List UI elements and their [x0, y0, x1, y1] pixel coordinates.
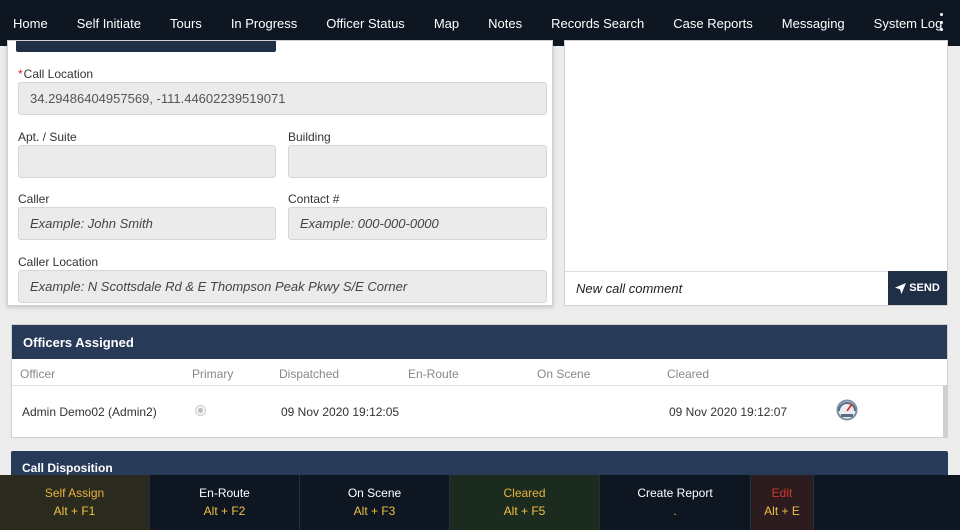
officers-assigned-title: Officers Assigned [12, 325, 947, 359]
self-assign-button[interactable]: Self Assign Alt + F1 [0, 475, 150, 530]
nav-messaging[interactable]: Messaging [782, 16, 845, 31]
header-divider [12, 385, 947, 386]
scrolled-field-edge [16, 41, 276, 52]
col-primary: Primary [192, 367, 234, 381]
edit-button[interactable]: Edit Alt + E [751, 475, 814, 530]
action-bar: Self Assign Alt + F1 En-Route Alt + F2 O… [0, 475, 960, 530]
required-mark: * [18, 67, 23, 81]
call-location-label: *Call Location [18, 67, 94, 81]
building-label: Building [288, 130, 331, 144]
caller-location-input[interactable] [18, 270, 547, 303]
cleared-time: 09 Nov 2020 19:12:07 [669, 405, 788, 419]
apt-suite-input[interactable] [18, 145, 276, 178]
nav-officer-status[interactable]: Officer Status [326, 16, 405, 31]
caller-location-label: Caller Location [18, 255, 99, 269]
nav-notes[interactable]: Notes [488, 16, 522, 31]
nav-system-log[interactable]: System Log [874, 16, 943, 31]
send-label: SEND [909, 282, 940, 294]
on-scene-button[interactable]: On Scene Alt + F3 [300, 475, 450, 530]
contact-input[interactable] [288, 207, 547, 240]
nav-home[interactable]: Home [13, 16, 48, 31]
caller-input[interactable] [18, 207, 276, 240]
en-route-button[interactable]: En-Route Alt + F2 [150, 475, 300, 530]
row-scrollbar[interactable] [943, 385, 947, 437]
nav-in-progress[interactable]: In Progress [231, 16, 297, 31]
officers-assigned-panel: Officers Assigned Officer Primary Dispat… [11, 324, 948, 438]
col-dispatched: Dispatched [279, 367, 340, 381]
col-on-scene: On Scene [537, 367, 591, 381]
kebab-menu-icon[interactable] [938, 13, 944, 31]
contact-label: Contact # [288, 192, 340, 206]
nav-tours[interactable]: Tours [170, 16, 202, 31]
caller-label: Caller [18, 192, 50, 206]
col-officer: Officer [20, 367, 56, 381]
officer-name: Admin Demo02 (Admin2) [22, 405, 157, 419]
apt-suite-label: Apt. / Suite [18, 130, 77, 144]
nav-self-initiate[interactable]: Self Initiate [77, 16, 141, 31]
primary-radio[interactable] [195, 405, 206, 416]
building-input[interactable] [288, 145, 547, 178]
paper-plane-icon [895, 282, 907, 294]
col-cleared: Cleared [667, 367, 710, 381]
col-en-route: En-Route [408, 367, 459, 381]
cleared-button[interactable]: Cleared Alt + F5 [450, 475, 600, 530]
call-details-form: *Call Location 34.29486404957569, -111.4… [7, 40, 553, 306]
nav-map[interactable]: Map [434, 16, 459, 31]
call-location-input[interactable]: 34.29486404957569, -111.44602239519071 [18, 82, 547, 115]
dispatched-time: 09 Nov 2020 19:12:05 [281, 405, 400, 419]
nav-records-search[interactable]: Records Search [551, 16, 644, 31]
gauge-icon[interactable] [836, 399, 858, 421]
nav-case-reports[interactable]: Case Reports [673, 16, 752, 31]
send-button[interactable]: SEND [888, 271, 947, 305]
create-report-button[interactable]: Create Report . [600, 475, 751, 530]
new-comment-input[interactable] [565, 271, 889, 305]
call-comments-panel: SEND [564, 40, 948, 306]
